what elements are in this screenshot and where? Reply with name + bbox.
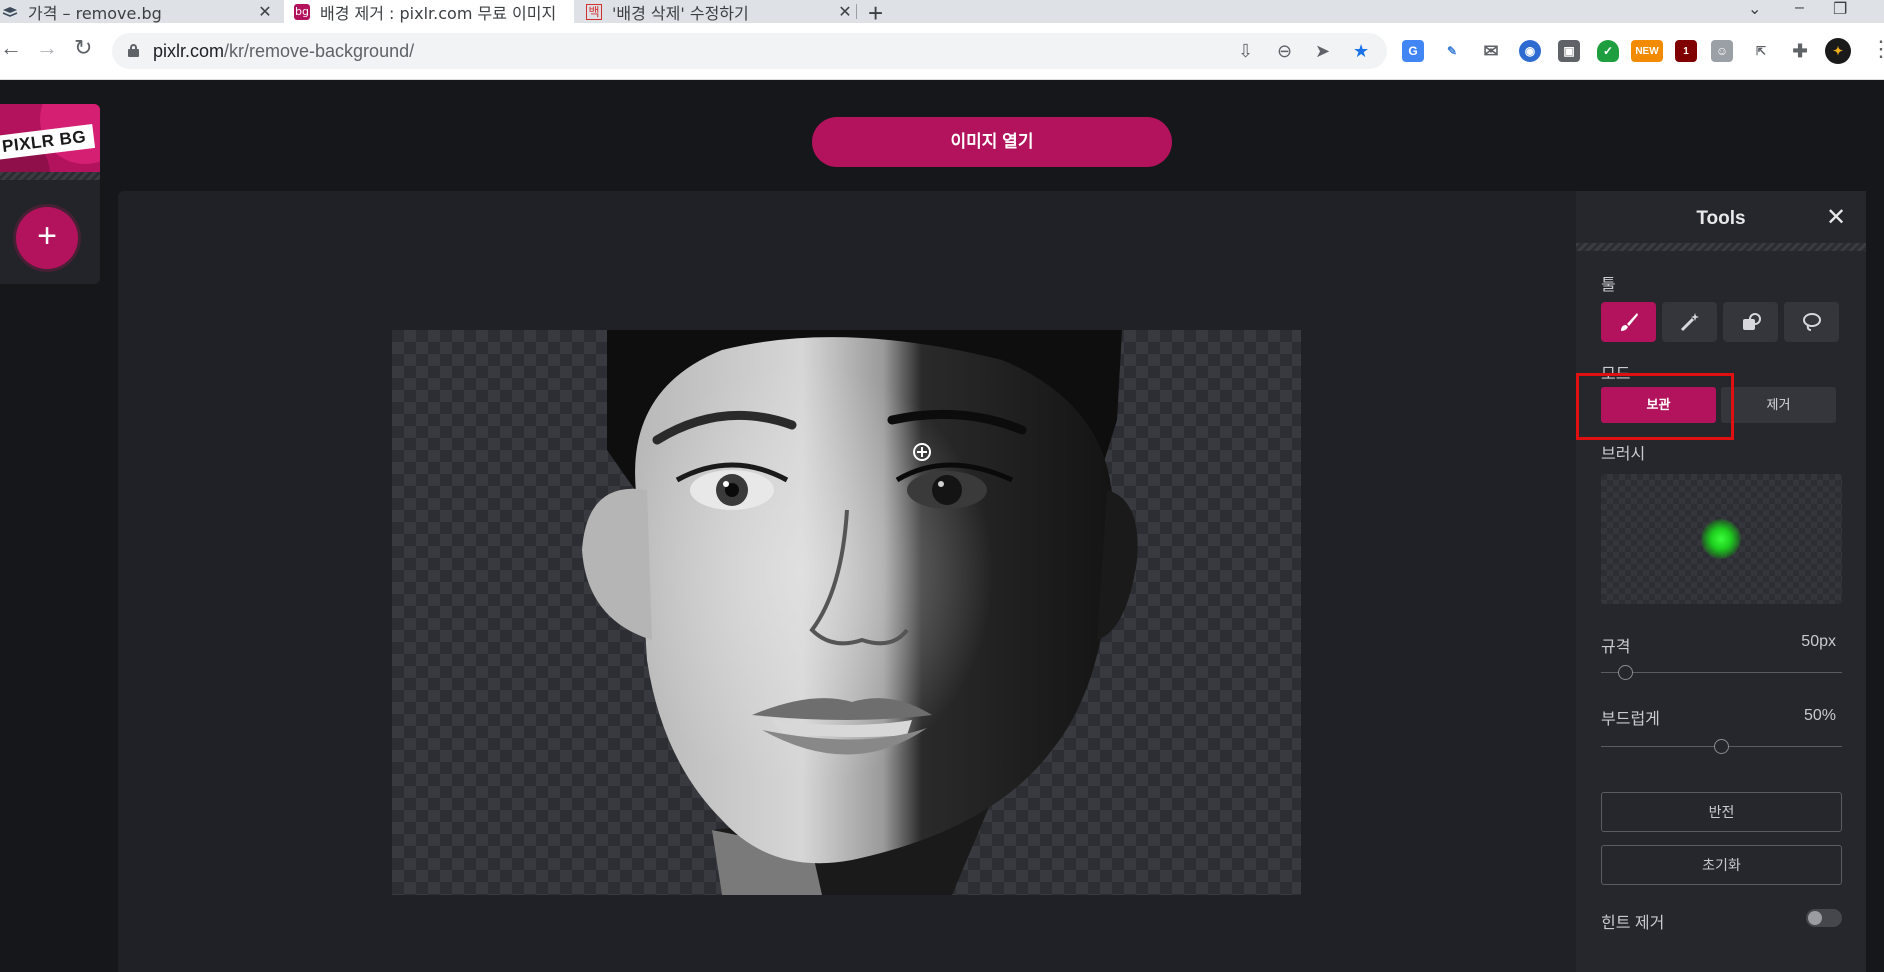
hint-remove-toggle[interactable]	[1806, 909, 1842, 927]
zoom-out-icon[interactable]: ⊖	[1277, 41, 1292, 62]
extensions-puzzle-icon[interactable]: ✚	[1789, 40, 1811, 62]
softness-label: 부드럽게	[1601, 711, 1660, 728]
tab-title: '배경 삭제' 수정하기	[612, 3, 749, 23]
portrait-image	[582, 330, 1138, 895]
right-glint	[938, 481, 944, 487]
tab-search-icon[interactable]: ⌄	[1748, 0, 1761, 19]
cursor-extension-icon[interactable]: ⇱	[1750, 40, 1772, 62]
tools-divider	[1576, 243, 1866, 251]
close-tab-icon[interactable]: ✕	[834, 2, 856, 21]
tools-panel: Tools ✕ 툴 모드 보관 제거 브러시 규격 50px 부드럽게 50% …	[1576, 191, 1866, 972]
address-bar[interactable]: pixlr.com/kr/remove-background/ ⇩ ⊖ ➤ ★	[112, 33, 1387, 69]
pixlr-logo-icon: bg	[294, 3, 310, 20]
tab-title: 배경 제거 : pixlr.com 무료 이미지	[320, 3, 557, 23]
pixlr-bg-logo[interactable]: PIXLR BG	[0, 104, 100, 180]
image-canvas[interactable]	[392, 330, 1301, 895]
mode-remove-button[interactable]: 제거	[1721, 387, 1836, 423]
bookmark-star-icon[interactable]: ★	[1353, 41, 1369, 62]
canvas-workspace	[118, 191, 1576, 972]
url-path: /kr/remove-background/	[224, 41, 415, 61]
tab-pixlr[interactable]: bg 배경 제거 : pixlr.com 무료 이미지	[284, 0, 574, 23]
person-extension-icon[interactable]: ☺	[1711, 40, 1733, 62]
magic-wand-tool-button[interactable]	[1662, 302, 1717, 342]
url-host: pixlr.com	[153, 41, 225, 61]
ublock-extension-icon[interactable]: 1	[1675, 40, 1697, 62]
shape-eraser-icon	[1742, 313, 1761, 330]
size-slider-knob[interactable]	[1617, 665, 1633, 680]
mail-extension-icon[interactable]: ✉	[1480, 40, 1502, 62]
tab-removebg[interactable]: 가격 – remove.bg ✕	[0, 0, 276, 23]
left-glint	[723, 481, 729, 487]
annotation-highlight-box	[1576, 373, 1734, 440]
brush-preview-dot	[1701, 519, 1741, 559]
screen: 가격 – remove.bg ✕ bg 배경 제거 : pixlr.com 무료…	[0, 0, 1884, 972]
back-icon[interactable]: ←	[0, 35, 22, 61]
size-label: 규격	[1601, 639, 1631, 656]
size-value: 50px	[1801, 633, 1836, 650]
right-iris	[932, 475, 962, 505]
lasso-tool-button[interactable]	[1784, 302, 1839, 342]
tab-title: 가격 – remove.bg	[28, 3, 162, 23]
install-app-icon[interactable]: ⇩	[1238, 41, 1253, 62]
minimize-icon[interactable]: –	[1795, 0, 1804, 17]
logo-stripe	[0, 172, 100, 180]
left-ear	[582, 488, 652, 640]
baek-logo-icon: 백	[586, 3, 602, 20]
brush-section-label: 브러시	[1601, 446, 1646, 463]
tab-baek[interactable]: 백 '배경 삭제' 수정하기 ✕	[576, 0, 856, 23]
globe-extension-icon[interactable]: ◉	[1519, 40, 1541, 62]
send-icon[interactable]: ➤	[1315, 41, 1330, 62]
url-text[interactable]: pixlr.com/kr/remove-background/	[153, 41, 414, 62]
shape-tool-button[interactable]	[1723, 302, 1778, 342]
reset-button[interactable]: 초기화	[1601, 845, 1842, 885]
lasso-icon	[1802, 313, 1821, 331]
removebg-logo-icon	[2, 4, 18, 20]
hint-remove-label: 힌트 제거	[1601, 915, 1665, 932]
brush-icon	[1620, 313, 1638, 331]
close-tab-icon[interactable]: ✕	[254, 2, 276, 21]
translate-extension-icon[interactable]: G	[1402, 40, 1424, 62]
tools-header: Tools ✕	[1576, 191, 1866, 243]
paperclip-extension-icon[interactable]: ✎	[1441, 40, 1463, 62]
add-image-button[interactable]: +	[16, 207, 78, 269]
left-rail: PIXLR BG +	[0, 104, 100, 284]
forward-icon[interactable]: →	[36, 35, 58, 61]
close-icon[interactable]: ✕	[1826, 203, 1846, 232]
toggle-knob	[1808, 911, 1822, 925]
lock-icon	[128, 44, 139, 57]
restore-icon[interactable]: ❐	[1833, 0, 1847, 19]
magic-wand-icon	[1680, 313, 1699, 332]
softness-slider-knob[interactable]	[1714, 739, 1729, 754]
softness-slider[interactable]	[1601, 739, 1842, 754]
pixlr-page: PIXLR BG + 이미지 열기 Tools ✕ 툴 모드 보관 제거 브러시…	[0, 80, 1884, 972]
softness-value: 50%	[1803, 707, 1836, 724]
profile-avatar[interactable]: ✦	[1825, 38, 1851, 64]
brush-preview	[1601, 474, 1842, 604]
invert-button[interactable]: 반전	[1601, 792, 1842, 832]
browser-toolbar: ← → ↻ pixlr.com/kr/remove-background/ ⇩ …	[0, 23, 1884, 80]
open-image-button[interactable]: 이미지 열기	[812, 117, 1172, 167]
menu-icon[interactable]: ⋮	[1870, 36, 1884, 62]
browser-tabstrip: 가격 – remove.bg ✕ bg 배경 제거 : pixlr.com 무료…	[0, 0, 1884, 28]
tab-divider	[856, 4, 857, 19]
tool-section-label: 툴	[1601, 277, 1616, 294]
tools-title: Tools	[1696, 208, 1746, 229]
shield-extension-icon[interactable]: ✓	[1597, 40, 1619, 62]
new-extension-icon[interactable]: NEW	[1631, 40, 1663, 62]
size-slider[interactable]	[1601, 665, 1842, 680]
sticky-extension-icon[interactable]: ▣	[1558, 40, 1580, 62]
brush-tool-button[interactable]	[1601, 302, 1656, 342]
reload-icon[interactable]: ↻	[74, 35, 92, 61]
